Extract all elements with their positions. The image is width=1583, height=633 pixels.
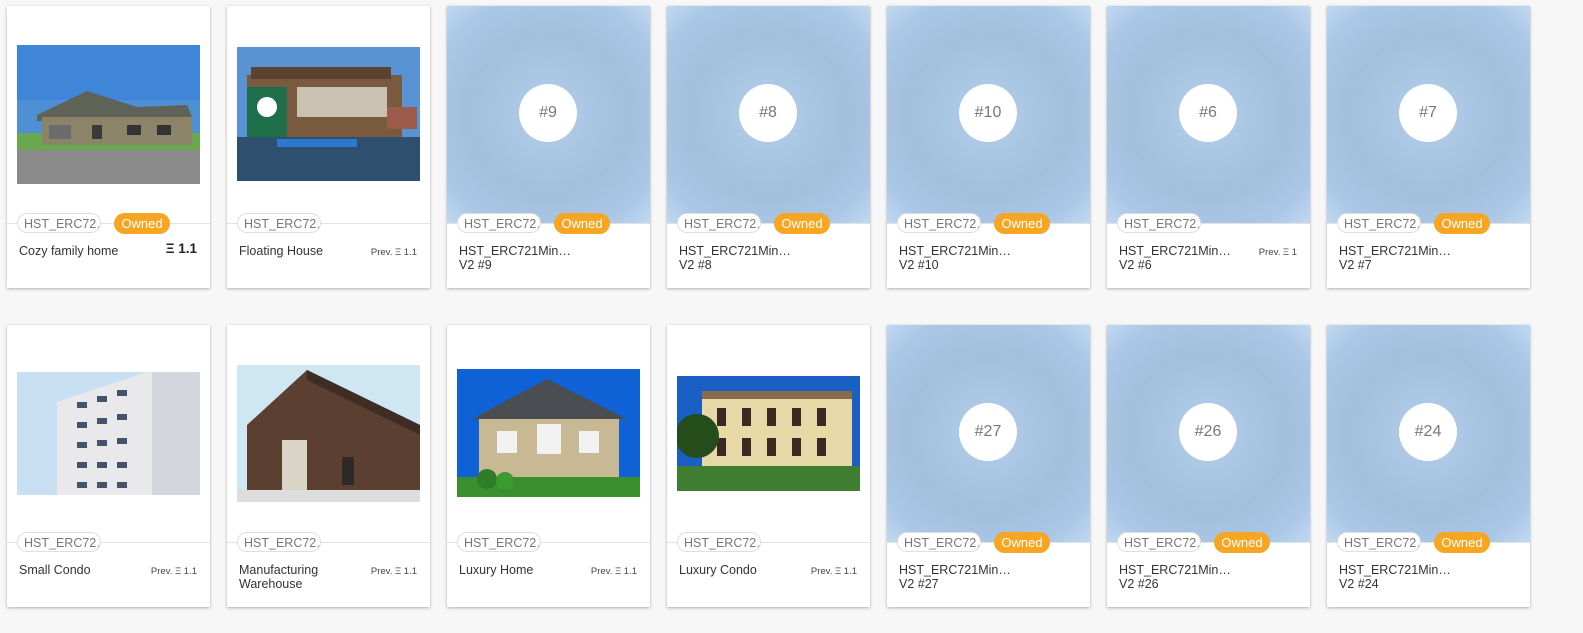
placeholder-image: #10 — [887, 6, 1090, 223]
collection-chip[interactable]: HST_ERC72… — [677, 213, 761, 233]
price: Ξ 1.1 — [165, 241, 197, 256]
nft-card-27[interactable]: #27 HST_ERC72… Owned HST_ERC721Min… V2 #2… — [887, 325, 1090, 607]
placeholder-image: #7 — [1327, 6, 1530, 223]
collection-chip[interactable]: HST_ERC72… — [897, 532, 981, 552]
warehouse-photo — [237, 365, 420, 502]
house-photo — [17, 45, 200, 184]
token-number-badge: #24 — [1399, 403, 1457, 461]
nft-name: HST_ERC721Min… V2 #8 — [679, 244, 791, 272]
collection-chip[interactable]: HST_ERC72… — [237, 532, 321, 552]
collection-chip[interactable]: HST_ERC72… — [457, 532, 541, 552]
price: Prev. Ξ 1.1 — [370, 566, 417, 577]
nft-card-cozy-family-home[interactable]: HST_ERC72… Owned Cozy family home Ξ 1.1 — [7, 6, 210, 288]
collection-chip[interactable]: HST_ERC72… — [457, 213, 541, 233]
owned-badge: Owned — [554, 213, 610, 234]
token-number-badge: #6 — [1179, 84, 1237, 142]
nft-name: Floating House — [239, 244, 324, 258]
collection-chip[interactable]: HST_ERC72… — [677, 532, 761, 552]
placeholder-image: #8 — [667, 6, 870, 223]
placeholder-image: #6 — [1107, 6, 1310, 223]
nft-card-8[interactable]: #8 HST_ERC72… Owned HST_ERC721Min… V2 #8 — [667, 6, 870, 288]
price: Prev. Ξ 1.1 — [150, 566, 197, 577]
nft-name: HST_ERC721Min… V2 #7 — [1339, 244, 1451, 272]
luxury-home-photo — [457, 369, 640, 497]
token-number-badge: #10 — [959, 84, 1017, 142]
luxury-condo-photo — [677, 376, 860, 491]
price: Prev. Ξ 1.1 — [370, 247, 417, 258]
nft-card-luxury-home[interactable]: HST_ERC72… Luxury Home Prev. Ξ 1.1 — [447, 325, 650, 607]
collection-chip[interactable]: HST_ERC72… — [1117, 532, 1201, 552]
price: Prev. Ξ 1 — [1258, 247, 1297, 258]
token-number-badge: #7 — [1399, 84, 1457, 142]
nft-name: Luxury Home — [459, 563, 534, 577]
nft-card-luxury-condo[interactable]: HST_ERC72… Luxury Condo Prev. Ξ 1.1 — [667, 325, 870, 607]
nft-card-small-condo[interactable]: HST_ERC72… Small Condo Prev. Ξ 1.1 — [7, 325, 210, 607]
houseboat-photo — [237, 47, 420, 181]
nft-name: HST_ERC721Min… V2 #6 — [1119, 244, 1231, 272]
nft-name: HST_ERC721Min… V2 #9 — [459, 244, 571, 272]
collection-chip[interactable]: HST_ERC72… — [237, 213, 321, 233]
nft-card-6[interactable]: #6 HST_ERC72… HST_ERC721Min… V2 #6 Prev. … — [1107, 6, 1310, 288]
owned-badge: Owned — [1434, 532, 1490, 553]
nft-card-10[interactable]: #10 HST_ERC72… Owned HST_ERC721Min… V2 #1… — [887, 6, 1090, 288]
owned-badge: Owned — [1434, 213, 1490, 234]
collection-chip[interactable]: HST_ERC72… — [17, 532, 101, 552]
placeholder-image: #26 — [1107, 325, 1310, 542]
collection-chip[interactable]: HST_ERC72… — [1337, 213, 1421, 233]
token-number-badge: #9 — [519, 84, 577, 142]
token-number-badge: #26 — [1179, 403, 1237, 461]
owned-badge: Owned — [994, 532, 1050, 553]
condo-photo — [17, 372, 200, 495]
nft-card-manufacturing-warehouse[interactable]: HST_ERC72… Manufacturing Warehouse Prev. … — [227, 325, 430, 607]
nft-name: HST_ERC721Min… V2 #26 — [1119, 563, 1231, 591]
collection-chip[interactable]: HST_ERC72… — [897, 213, 981, 233]
collection-chip[interactable]: HST_ERC72… — [17, 213, 101, 233]
placeholder-image: #9 — [447, 6, 650, 223]
price: Prev. Ξ 1.1 — [810, 566, 857, 577]
nft-card-24[interactable]: #24 HST_ERC72… Owned HST_ERC721Min… V2 #2… — [1327, 325, 1530, 607]
nft-name: Cozy family home — [19, 244, 119, 258]
owned-badge: Owned — [114, 213, 170, 234]
placeholder-image: #27 — [887, 325, 1090, 542]
nft-name: HST_ERC721Min… V2 #24 — [1339, 563, 1451, 591]
nft-name: Manufacturing Warehouse — [239, 563, 319, 591]
nft-name: Small Condo — [19, 563, 91, 577]
nft-card-26[interactable]: #26 HST_ERC72… Owned HST_ERC721Min… V2 #2… — [1107, 325, 1310, 607]
collection-chip[interactable]: HST_ERC72… — [1337, 532, 1421, 552]
token-number-badge: #27 — [959, 403, 1017, 461]
placeholder-image: #24 — [1327, 325, 1530, 542]
owned-badge: Owned — [994, 213, 1050, 234]
nft-name: Luxury Condo — [679, 563, 757, 577]
owned-badge: Owned — [774, 213, 830, 234]
collection-chip[interactable]: HST_ERC72… — [1117, 213, 1201, 233]
price: Prev. Ξ 1.1 — [590, 566, 637, 577]
nft-card-7[interactable]: #7 HST_ERC72… Owned HST_ERC721Min… V2 #7 — [1327, 6, 1530, 288]
nft-card-floating-house[interactable]: HST_ERC72… Floating House Prev. Ξ 1.1 — [227, 6, 430, 288]
nft-name: HST_ERC721Min… V2 #27 — [899, 563, 1011, 591]
nft-card-9[interactable]: #9 HST_ERC72… Owned HST_ERC721Min… V2 #9 — [447, 6, 650, 288]
token-number-badge: #8 — [739, 84, 797, 142]
nft-name: HST_ERC721Min… V2 #10 — [899, 244, 1011, 272]
owned-badge: Owned — [1214, 532, 1270, 553]
